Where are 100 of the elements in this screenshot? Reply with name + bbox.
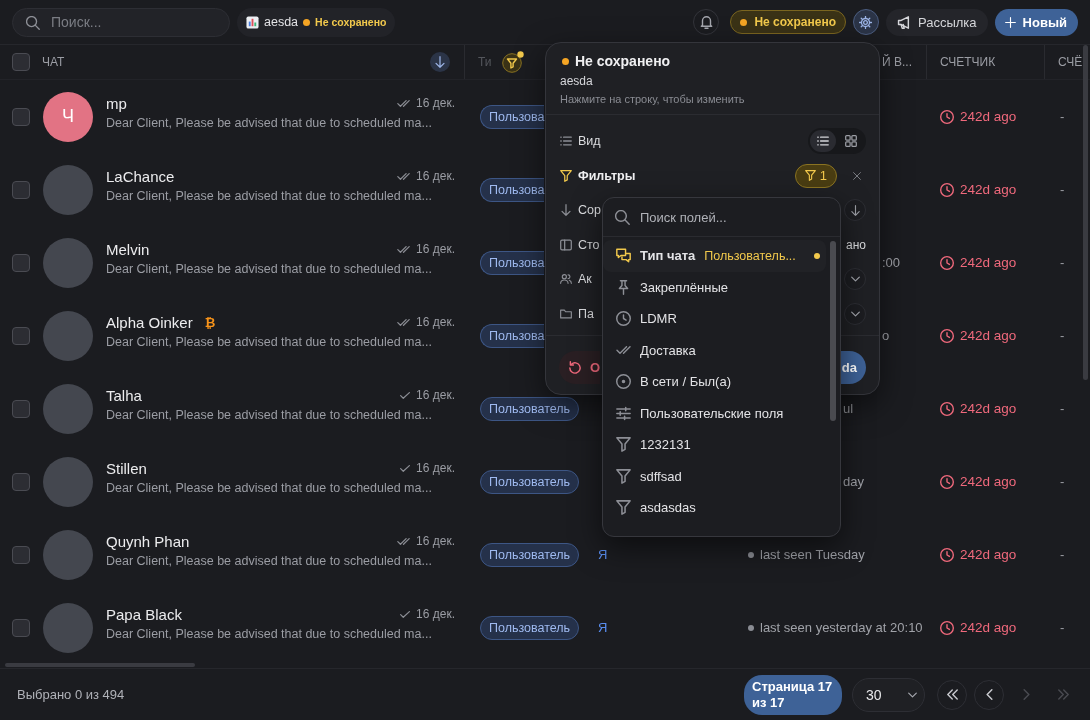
cell-value: - (1060, 620, 1065, 635)
last-seen-text: last seen Tuesday (760, 547, 865, 562)
close-icon[interactable] (853, 171, 861, 180)
field-option[interactable]: Тип чата Пользователь... (603, 240, 826, 272)
field-option[interactable]: Доставка (603, 334, 826, 366)
field-option[interactable]: Пользовательские поля (603, 397, 826, 429)
column-header: ЧАТ (42, 55, 65, 69)
list-icon (817, 135, 829, 148)
save-button[interactable]: da (839, 351, 866, 384)
menu-item[interactable]: Ак (578, 272, 592, 287)
field-option[interactable]: 1232131 (603, 429, 826, 461)
megaphone-icon (896, 15, 910, 29)
cell-value: - (1060, 255, 1065, 270)
message-preview: Dear Client, Please be advised that due to scheduled ma... (106, 407, 433, 424)
double-check-icon (616, 346, 631, 355)
counter-value: 242d ago (960, 474, 1017, 489)
page-size-select[interactable]: 30 (852, 677, 925, 712)
columns-icon (560, 238, 572, 251)
menu-item[interactable]: Фильтры (578, 168, 636, 183)
counter-value: 242d ago (960, 109, 1017, 124)
message-date: 16 дек. (416, 169, 455, 183)
filter-icon (804, 170, 816, 182)
double-chevron-right-icon (1057, 689, 1069, 700)
message-date: 16 дек. (416, 315, 455, 329)
view-status-title: Не сохранено (575, 53, 671, 69)
field-search-input[interactable]: Поиск полей... (603, 198, 840, 237)
filter-icon[interactable] (500, 51, 525, 73)
field-option[interactable]: LDMR (603, 303, 826, 335)
reset-button[interactable]: О (559, 351, 601, 384)
broadcast-button[interactable]: Рассылка (885, 8, 988, 36)
cell-value: - (1060, 182, 1065, 197)
clock-icon (940, 547, 954, 562)
field-option[interactable]: asdasdas (603, 492, 826, 524)
assignee-label: Я (598, 620, 608, 635)
sort-button[interactable] (430, 52, 450, 72)
message-preview: Dear Client, Please be advised that due to scheduled ma... (106, 261, 433, 278)
sort-direction-button[interactable] (844, 199, 866, 222)
circle-dot-icon (616, 374, 631, 390)
clock-icon (940, 182, 954, 197)
clock-icon (940, 328, 954, 343)
view-chip[interactable]: aesda Не сохранено (237, 7, 396, 37)
clock-icon (940, 109, 954, 124)
row-checkbox[interactable] (12, 545, 30, 564)
dropdown-button[interactable] (844, 268, 866, 291)
user-type-tag: Пользователь (480, 542, 580, 567)
field-option[interactable]: В сети / Был(а) (603, 366, 826, 398)
counter-value: 242d ago (960, 255, 1017, 270)
search-icon (615, 210, 630, 225)
dropdown-button[interactable] (844, 302, 866, 325)
undo-icon (568, 360, 582, 375)
message-date: 16 дек. (416, 96, 455, 110)
row-checkbox[interactable] (12, 326, 30, 345)
user-type-tag: Пользователь (480, 469, 580, 494)
cell-value: - (1060, 474, 1065, 489)
row-checkbox[interactable] (12, 472, 30, 491)
column-header: Й В... (882, 55, 912, 69)
new-button[interactable]: Новый (994, 8, 1078, 36)
photo-placeholder (43, 310, 93, 361)
user-type-tag: Пользователь (480, 615, 580, 640)
list-view-button[interactable] (810, 130, 836, 153)
menu-item[interactable]: Сор (578, 203, 601, 218)
message-preview: Dear Client, Please be advised that due to scheduled ma... (106, 626, 433, 643)
menu-item[interactable]: Сто (578, 237, 600, 252)
field-option[interactable]: sdffsad (603, 460, 826, 492)
row-checkbox[interactable] (12, 618, 30, 637)
chevron-down-icon (850, 276, 860, 283)
counter-value: 242d ago (960, 547, 1017, 562)
contact-name: Alpha Oinker (106, 313, 193, 331)
unsaved-button[interactable]: Не сохранено (730, 10, 846, 34)
row-checkbox[interactable] (12, 107, 30, 126)
selection-count: Выбрано 0 из 494 (17, 687, 125, 702)
message-date: 16 дек. (416, 461, 455, 475)
status-dot-icon (303, 18, 311, 26)
status-dot-icon (740, 18, 748, 26)
menu-item[interactable]: Вид (578, 134, 601, 149)
columns-summary: ано (846, 237, 866, 252)
photo-placeholder (43, 456, 93, 507)
column-header: Ти (478, 55, 492, 69)
folder-icon (560, 307, 572, 320)
scrollbar[interactable] (830, 241, 836, 421)
counter-value: 242d ago (960, 182, 1017, 197)
double-chevron-left-icon (946, 689, 958, 700)
select-all-checkbox[interactable] (12, 53, 30, 71)
row-checkbox[interactable] (12, 180, 30, 199)
scrollbar[interactable] (1083, 45, 1088, 380)
user-type-tag: Пользователь (480, 396, 580, 421)
filter-count-button[interactable]: 1 (794, 163, 837, 188)
photo-placeholder (43, 237, 93, 288)
field-option[interactable]: Закреплённые (603, 271, 826, 303)
row-checkbox[interactable] (12, 253, 30, 272)
photo-placeholder (43, 383, 93, 434)
settings-button[interactable] (852, 9, 879, 35)
menu-item[interactable]: Па (578, 306, 594, 321)
active-dot-icon (814, 252, 820, 259)
last-seen-text: o (882, 328, 890, 343)
chevron-down-icon (908, 691, 917, 698)
search-field[interactable]: Поиск... (12, 7, 230, 37)
row-checkbox[interactable] (12, 399, 30, 418)
user-type-tag: Пользова (480, 104, 545, 129)
message-date: 16 дек. (416, 388, 455, 402)
